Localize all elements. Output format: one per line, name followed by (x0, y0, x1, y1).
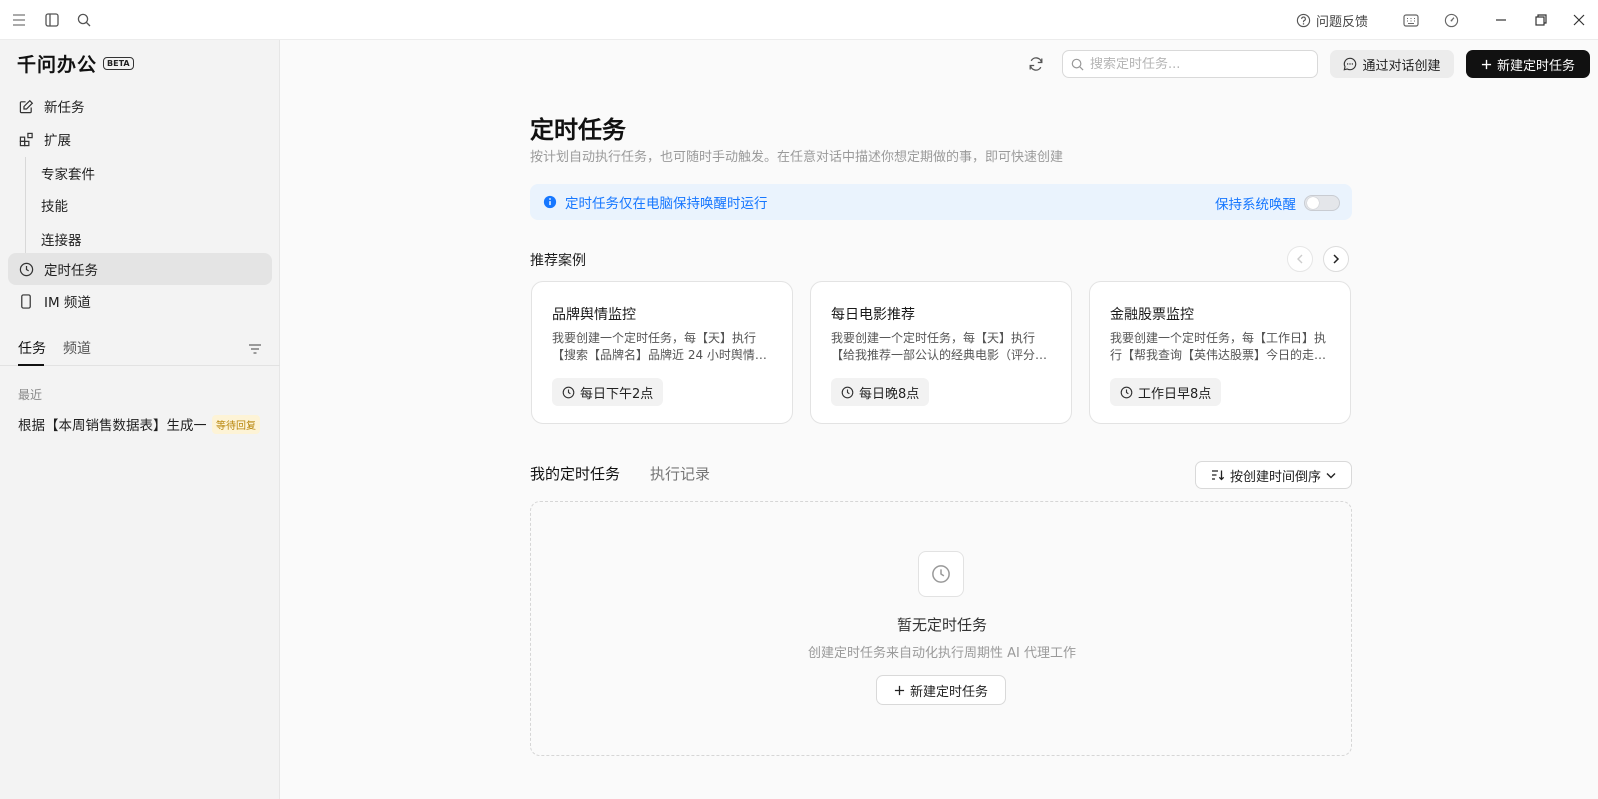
card-title: 品牌舆情监控 (552, 307, 636, 323)
menu-icon[interactable] (9, 10, 29, 30)
sidebar-item-label: 新任务 (44, 100, 85, 116)
page-subtitle: 按计划自动执行任务，也可随时手动触发。在任意对话中描述你想定期做的事，即可快速创… (530, 150, 1064, 165)
sidebar-item-scheduled[interactable]: 定时任务 (8, 253, 272, 285)
notice-banner: 定时任务仅在电脑保持唤醒时运行 保持系统唤醒 (530, 184, 1352, 220)
new-scheduled-task-button[interactable]: 新建定时任务 (1466, 50, 1590, 78)
chat-create-button[interactable]: 通过对话创建 (1330, 50, 1454, 78)
chevron-down-icon (1326, 472, 1336, 478)
refresh-icon (1029, 57, 1043, 71)
sub-nav-line (25, 157, 26, 260)
phone-icon (17, 292, 35, 310)
edit-icon (17, 97, 35, 115)
keep-awake-setting: 保持系统唤醒 (1215, 193, 1340, 213)
sort-icon (1211, 470, 1225, 481)
sidebar: 千问办公 BETA 新任务 扩展 专家套件 技能 连接器 定时任务 IM 频道 … (0, 40, 280, 799)
sort-label: 按创建时间倒序 (1229, 469, 1321, 485)
active-tab-indicator (18, 364, 44, 366)
list-item[interactable]: 根据【本周销售数据表】生成一份 等待回复 (18, 413, 263, 435)
sidebar-item-im-channel[interactable]: IM 频道 (8, 285, 272, 317)
info-icon (543, 195, 557, 209)
empty-new-task-button[interactable]: 新建定时任务 (876, 675, 1006, 705)
card-description: 我要创建一个定时任务，每【工作日】执行【帮我查询【英伟达股票】今日的走… (1110, 331, 1327, 362)
page-title: 定时任务 (530, 116, 626, 144)
beta-badge: BETA (103, 57, 134, 70)
sidebar-item-label: 定时任务 (44, 263, 98, 279)
status-badge: 等待回复 (212, 414, 260, 434)
plus-icon (1481, 59, 1492, 69)
schedule-chip: 每日下午2点 (552, 378, 664, 406)
clock-icon (841, 386, 854, 398)
tab-my-scheduled-tasks[interactable]: 我的定时任务 (530, 463, 620, 484)
sort-dropdown[interactable]: 按创建时间倒序 (1195, 461, 1352, 489)
sidebar-item-new-task[interactable]: 新任务 (8, 90, 272, 122)
minimize-icon[interactable] (1489, 8, 1513, 32)
sidebar-toggle-icon[interactable] (42, 10, 62, 30)
feedback-button[interactable]: 问题反馈 (1296, 10, 1368, 30)
new-task-label: 新建定时任务 (1496, 58, 1575, 74)
sidebar-item-extensions[interactable]: 扩展 (8, 123, 272, 155)
sidebar-item-skills[interactable]: 技能 (41, 195, 68, 215)
schedule-chip: 每日晚8点 (831, 378, 930, 406)
brand-title: 千问办公 (17, 54, 98, 76)
schedule-label: 每日下午2点 (580, 386, 654, 402)
tab-tasks[interactable]: 任务 (18, 338, 46, 358)
search-icon (1071, 58, 1084, 70)
filter-icon[interactable] (248, 340, 262, 359)
gauge-icon[interactable] (1441, 10, 1461, 30)
schedule-label: 每日晚8点 (859, 386, 920, 402)
empty-subtitle: 创建定时任务来自动化执行周期性 AI 代理工作 (808, 646, 1076, 661)
restore-icon[interactable] (1529, 8, 1553, 32)
refresh-button[interactable] (1025, 53, 1047, 75)
sidebar-item-label: IM 频道 (44, 295, 91, 311)
clock-icon (918, 551, 964, 597)
card-description: 我要创建一个定时任务，每【天】执行【搜索【品牌名】品牌近 24 小时舆情… (552, 331, 767, 362)
close-icon[interactable] (1567, 8, 1591, 32)
search-icon[interactable] (74, 10, 94, 30)
tab-channels[interactable]: 频道 (63, 338, 91, 358)
clock-icon (17, 260, 35, 278)
clock-icon (1120, 386, 1133, 398)
schedule-chip: 工作日早8点 (1110, 378, 1222, 406)
schedule-label: 工作日早8点 (1138, 386, 1212, 402)
empty-state: 暂无定时任务 创建定时任务来自动化执行周期性 AI 代理工作 新建定时任务 (530, 501, 1352, 756)
recent-label: 最近 (18, 388, 43, 402)
sidebar-item-connectors[interactable]: 连接器 (41, 229, 82, 249)
chat-icon (1344, 57, 1357, 71)
recommendation-card[interactable]: 品牌舆情监控 我要创建一个定时任务，每【天】执行【搜索【品牌名】品牌近 24 小… (531, 281, 793, 424)
empty-title: 暂无定时任务 (896, 616, 987, 634)
keep-awake-label: 保持系统唤醒 (1215, 197, 1296, 213)
sidebar-item-expert-suite[interactable]: 专家套件 (41, 163, 95, 183)
keyboard-icon[interactable] (1401, 10, 1421, 30)
card-description: 我要创建一个定时任务，每【天】执行【给我推荐一部公认的经典电影（评分… (831, 331, 1048, 362)
search-input[interactable] (1090, 56, 1300, 72)
keep-awake-toggle[interactable] (1304, 195, 1340, 211)
sidebar-item-label: 扩展 (44, 133, 71, 149)
search-field[interactable] (1062, 50, 1318, 78)
plus-icon (894, 685, 905, 695)
empty-new-task-label: 新建定时任务 (909, 684, 988, 700)
card-title: 每日电影推荐 (831, 307, 915, 323)
sidebar-tabs: 任务 频道 (0, 336, 280, 366)
notice-text: 定时任务仅在电脑保持唤醒时运行 (565, 196, 768, 212)
clock-icon (562, 386, 575, 398)
feedback-label: 问题反馈 (1316, 14, 1369, 30)
recommendation-card[interactable]: 金融股票监控 我要创建一个定时任务，每【工作日】执行【帮我查询【英伟达股票】今日… (1089, 281, 1351, 424)
extensions-icon (17, 130, 35, 148)
recent-item-title: 根据【本周销售数据表】生成一份 (18, 418, 206, 434)
chevron-left-icon (1297, 254, 1303, 264)
brand: 千问办公 BETA (17, 50, 134, 77)
chat-create-label: 通过对话创建 (1362, 58, 1441, 74)
tab-execution-history[interactable]: 执行记录 (650, 463, 710, 484)
card-title: 金融股票监控 (1110, 307, 1194, 323)
title-bar: 问题反馈 (0, 0, 1598, 40)
help-icon (1296, 13, 1311, 27)
next-button[interactable] (1323, 246, 1349, 272)
chevron-right-icon (1333, 254, 1340, 264)
prev-button[interactable] (1287, 246, 1313, 272)
recommended-label: 推荐案例 (530, 253, 586, 269)
recommendation-card[interactable]: 每日电影推荐 我要创建一个定时任务，每【天】执行【给我推荐一部公认的经典电影（评… (810, 281, 1072, 424)
